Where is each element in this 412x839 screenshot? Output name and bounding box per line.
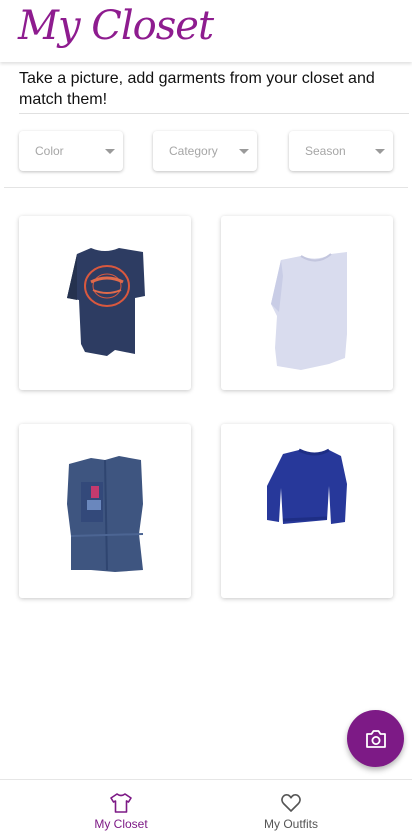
take-picture-button[interactable]	[347, 710, 404, 767]
garment-sweater-image	[267, 448, 347, 524]
garment-card[interactable]	[221, 424, 393, 598]
category-filter-placeholder: Category	[169, 144, 218, 158]
garment-tshirt-image	[271, 252, 347, 370]
app-header: My Closet	[0, 0, 412, 62]
instructions-text: Take a picture, add garments from your c…	[19, 70, 375, 108]
nav-label-my-closet: My Closet	[94, 817, 148, 831]
season-filter-placeholder: Season	[305, 144, 346, 158]
garment-tshirt-image	[67, 248, 145, 356]
nav-item-my-outfits[interactable]: My Outfits	[206, 780, 376, 839]
garment-card[interactable]	[19, 216, 191, 390]
nav-item-my-closet[interactable]: My Closet	[36, 780, 206, 839]
color-filter-dropdown[interactable]: Color	[19, 131, 123, 171]
bottom-navigation: My Closet My Outfits	[0, 779, 412, 839]
tshirt-icon	[110, 793, 132, 813]
app-screen: My Closet Take a picture, add garments f…	[0, 0, 412, 839]
category-filter-dropdown[interactable]: Category	[153, 131, 257, 171]
dropdown-arrow-icon	[375, 149, 385, 154]
garment-card[interactable]	[19, 424, 191, 598]
dropdown-arrow-icon	[105, 149, 115, 154]
season-filter-dropdown[interactable]: Season	[289, 131, 393, 171]
garment-shirt-image	[67, 456, 144, 572]
dropdown-arrow-icon	[239, 149, 249, 154]
camera-icon	[365, 729, 386, 748]
garment-card[interactable]	[221, 216, 393, 390]
nav-label-my-outfits: My Outfits	[263, 817, 318, 831]
divider	[4, 187, 408, 188]
app-logo-title: My Closet	[18, 3, 214, 49]
divider	[19, 113, 409, 114]
heart-icon	[281, 793, 301, 812]
color-filter-placeholder: Color	[35, 144, 64, 158]
